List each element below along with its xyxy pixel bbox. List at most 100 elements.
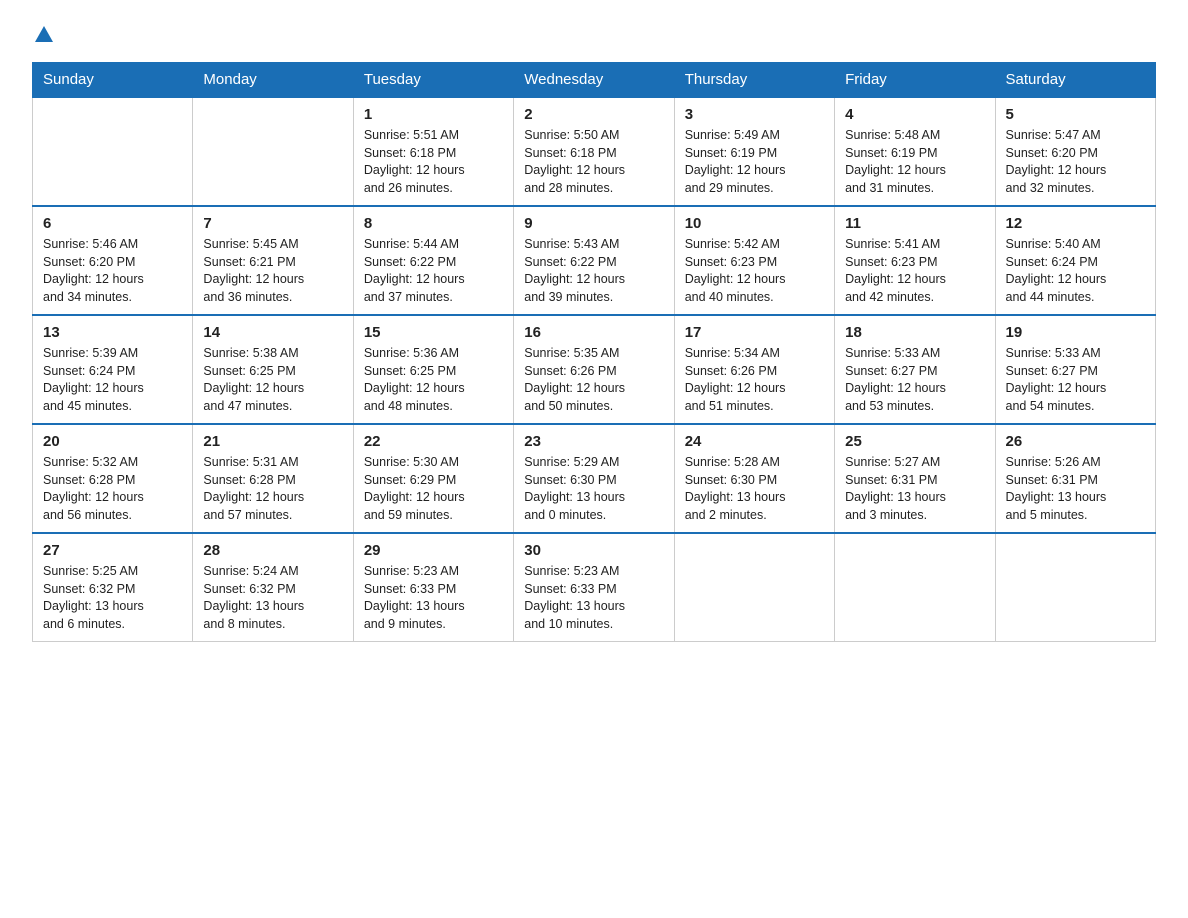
day-info: Sunrise: 5:30 AM Sunset: 6:29 PM Dayligh…	[364, 454, 503, 524]
calendar-cell: 30Sunrise: 5:23 AM Sunset: 6:33 PM Dayli…	[514, 533, 674, 642]
calendar-cell: 13Sunrise: 5:39 AM Sunset: 6:24 PM Dayli…	[33, 315, 193, 424]
day-number: 1	[364, 104, 503, 125]
day-info: Sunrise: 5:31 AM Sunset: 6:28 PM Dayligh…	[203, 454, 342, 524]
calendar-table: SundayMondayTuesdayWednesdayThursdayFrid…	[32, 62, 1156, 642]
calendar-cell: 25Sunrise: 5:27 AM Sunset: 6:31 PM Dayli…	[835, 424, 995, 533]
calendar-cell: 15Sunrise: 5:36 AM Sunset: 6:25 PM Dayli…	[353, 315, 513, 424]
day-number: 24	[685, 431, 824, 452]
calendar-cell: 11Sunrise: 5:41 AM Sunset: 6:23 PM Dayli…	[835, 206, 995, 315]
weekday-header-sunday: Sunday	[33, 63, 193, 98]
day-number: 6	[43, 213, 182, 234]
day-info: Sunrise: 5:51 AM Sunset: 6:18 PM Dayligh…	[364, 127, 503, 197]
day-info: Sunrise: 5:34 AM Sunset: 6:26 PM Dayligh…	[685, 345, 824, 415]
day-info: Sunrise: 5:32 AM Sunset: 6:28 PM Dayligh…	[43, 454, 182, 524]
calendar-cell: 21Sunrise: 5:31 AM Sunset: 6:28 PM Dayli…	[193, 424, 353, 533]
day-info: Sunrise: 5:50 AM Sunset: 6:18 PM Dayligh…	[524, 127, 663, 197]
weekday-header-thursday: Thursday	[674, 63, 834, 98]
calendar-cell: 29Sunrise: 5:23 AM Sunset: 6:33 PM Dayli…	[353, 533, 513, 642]
day-number: 7	[203, 213, 342, 234]
calendar-cell: 16Sunrise: 5:35 AM Sunset: 6:26 PM Dayli…	[514, 315, 674, 424]
day-info: Sunrise: 5:39 AM Sunset: 6:24 PM Dayligh…	[43, 345, 182, 415]
day-info: Sunrise: 5:45 AM Sunset: 6:21 PM Dayligh…	[203, 236, 342, 306]
calendar-cell: 19Sunrise: 5:33 AM Sunset: 6:27 PM Dayli…	[995, 315, 1155, 424]
day-info: Sunrise: 5:47 AM Sunset: 6:20 PM Dayligh…	[1006, 127, 1145, 197]
day-info: Sunrise: 5:26 AM Sunset: 6:31 PM Dayligh…	[1006, 454, 1145, 524]
day-info: Sunrise: 5:49 AM Sunset: 6:19 PM Dayligh…	[685, 127, 824, 197]
calendar-cell: 1Sunrise: 5:51 AM Sunset: 6:18 PM Daylig…	[353, 97, 513, 206]
day-info: Sunrise: 5:29 AM Sunset: 6:30 PM Dayligh…	[524, 454, 663, 524]
day-info: Sunrise: 5:25 AM Sunset: 6:32 PM Dayligh…	[43, 563, 182, 633]
calendar-cell: 28Sunrise: 5:24 AM Sunset: 6:32 PM Dayli…	[193, 533, 353, 642]
weekday-header-monday: Monday	[193, 63, 353, 98]
day-info: Sunrise: 5:43 AM Sunset: 6:22 PM Dayligh…	[524, 236, 663, 306]
calendar-cell: 8Sunrise: 5:44 AM Sunset: 6:22 PM Daylig…	[353, 206, 513, 315]
weekday-header-tuesday: Tuesday	[353, 63, 513, 98]
day-info: Sunrise: 5:27 AM Sunset: 6:31 PM Dayligh…	[845, 454, 984, 524]
day-number: 26	[1006, 431, 1145, 452]
calendar-cell: 12Sunrise: 5:40 AM Sunset: 6:24 PM Dayli…	[995, 206, 1155, 315]
logo-icon	[33, 24, 55, 46]
calendar-cell: 27Sunrise: 5:25 AM Sunset: 6:32 PM Dayli…	[33, 533, 193, 642]
calendar-cell: 20Sunrise: 5:32 AM Sunset: 6:28 PM Dayli…	[33, 424, 193, 533]
calendar-cell: 18Sunrise: 5:33 AM Sunset: 6:27 PM Dayli…	[835, 315, 995, 424]
day-number: 19	[1006, 322, 1145, 343]
day-info: Sunrise: 5:44 AM Sunset: 6:22 PM Dayligh…	[364, 236, 503, 306]
day-number: 27	[43, 540, 182, 561]
weekday-header-friday: Friday	[835, 63, 995, 98]
day-info: Sunrise: 5:38 AM Sunset: 6:25 PM Dayligh…	[203, 345, 342, 415]
day-info: Sunrise: 5:33 AM Sunset: 6:27 PM Dayligh…	[845, 345, 984, 415]
calendar-cell: 14Sunrise: 5:38 AM Sunset: 6:25 PM Dayli…	[193, 315, 353, 424]
weekday-header-wednesday: Wednesday	[514, 63, 674, 98]
day-info: Sunrise: 5:48 AM Sunset: 6:19 PM Dayligh…	[845, 127, 984, 197]
day-number: 15	[364, 322, 503, 343]
day-number: 4	[845, 104, 984, 125]
day-number: 12	[1006, 213, 1145, 234]
weekday-header-saturday: Saturday	[995, 63, 1155, 98]
calendar-header-row: SundayMondayTuesdayWednesdayThursdayFrid…	[33, 63, 1156, 98]
day-number: 30	[524, 540, 663, 561]
day-info: Sunrise: 5:42 AM Sunset: 6:23 PM Dayligh…	[685, 236, 824, 306]
day-number: 9	[524, 213, 663, 234]
calendar-week-row: 1Sunrise: 5:51 AM Sunset: 6:18 PM Daylig…	[33, 97, 1156, 206]
day-number: 23	[524, 431, 663, 452]
day-number: 21	[203, 431, 342, 452]
day-info: Sunrise: 5:28 AM Sunset: 6:30 PM Dayligh…	[685, 454, 824, 524]
day-number: 18	[845, 322, 984, 343]
day-info: Sunrise: 5:23 AM Sunset: 6:33 PM Dayligh…	[364, 563, 503, 633]
calendar-cell	[674, 533, 834, 642]
calendar-cell: 24Sunrise: 5:28 AM Sunset: 6:30 PM Dayli…	[674, 424, 834, 533]
calendar-cell: 22Sunrise: 5:30 AM Sunset: 6:29 PM Dayli…	[353, 424, 513, 533]
day-number: 5	[1006, 104, 1145, 125]
day-number: 17	[685, 322, 824, 343]
day-number: 20	[43, 431, 182, 452]
day-number: 8	[364, 213, 503, 234]
calendar-cell: 6Sunrise: 5:46 AM Sunset: 6:20 PM Daylig…	[33, 206, 193, 315]
day-info: Sunrise: 5:23 AM Sunset: 6:33 PM Dayligh…	[524, 563, 663, 633]
logo	[32, 24, 60, 46]
calendar-cell: 2Sunrise: 5:50 AM Sunset: 6:18 PM Daylig…	[514, 97, 674, 206]
calendar-cell	[835, 533, 995, 642]
calendar-week-row: 6Sunrise: 5:46 AM Sunset: 6:20 PM Daylig…	[33, 206, 1156, 315]
day-number: 29	[364, 540, 503, 561]
day-info: Sunrise: 5:36 AM Sunset: 6:25 PM Dayligh…	[364, 345, 503, 415]
calendar-cell	[193, 97, 353, 206]
day-number: 16	[524, 322, 663, 343]
calendar-week-row: 20Sunrise: 5:32 AM Sunset: 6:28 PM Dayli…	[33, 424, 1156, 533]
calendar-cell: 3Sunrise: 5:49 AM Sunset: 6:19 PM Daylig…	[674, 97, 834, 206]
day-info: Sunrise: 5:24 AM Sunset: 6:32 PM Dayligh…	[203, 563, 342, 633]
calendar-cell: 7Sunrise: 5:45 AM Sunset: 6:21 PM Daylig…	[193, 206, 353, 315]
calendar-cell: 5Sunrise: 5:47 AM Sunset: 6:20 PM Daylig…	[995, 97, 1155, 206]
day-number: 3	[685, 104, 824, 125]
calendar-cell: 10Sunrise: 5:42 AM Sunset: 6:23 PM Dayli…	[674, 206, 834, 315]
calendar-cell	[33, 97, 193, 206]
calendar-cell: 4Sunrise: 5:48 AM Sunset: 6:19 PM Daylig…	[835, 97, 995, 206]
page-header	[32, 24, 1156, 46]
day-number: 11	[845, 213, 984, 234]
day-number: 14	[203, 322, 342, 343]
calendar-week-row: 27Sunrise: 5:25 AM Sunset: 6:32 PM Dayli…	[33, 533, 1156, 642]
day-number: 22	[364, 431, 503, 452]
day-info: Sunrise: 5:33 AM Sunset: 6:27 PM Dayligh…	[1006, 345, 1145, 415]
day-number: 10	[685, 213, 824, 234]
day-info: Sunrise: 5:35 AM Sunset: 6:26 PM Dayligh…	[524, 345, 663, 415]
calendar-cell: 9Sunrise: 5:43 AM Sunset: 6:22 PM Daylig…	[514, 206, 674, 315]
